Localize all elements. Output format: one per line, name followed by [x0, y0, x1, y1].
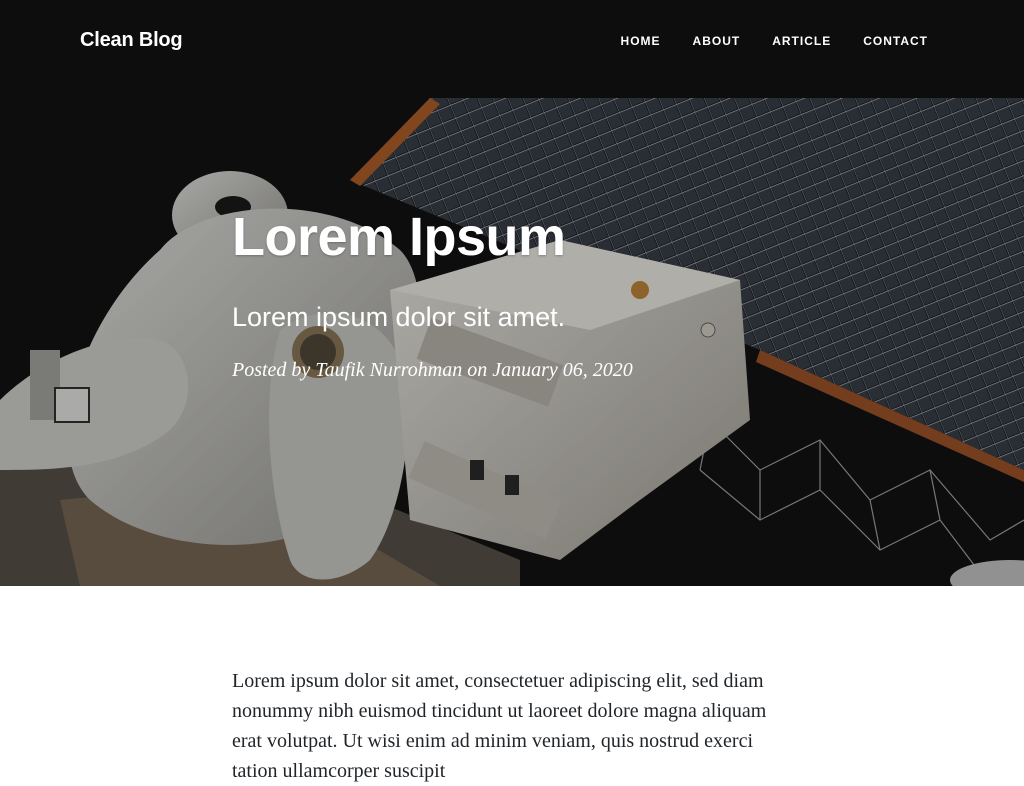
nav-link-about[interactable]: ABOUT: [693, 34, 741, 48]
article-paragraph: Lorem ipsum dolor sit amet, consectetuer…: [232, 670, 767, 782]
nav-link-contact[interactable]: CONTACT: [863, 34, 928, 48]
nav-links: HOME ABOUT ARTICLE CONTACT: [621, 34, 928, 48]
hero-header: Lorem Ipsum Lorem ipsum dolor sit amet. …: [0, 0, 1024, 586]
nav-link-article[interactable]: ARTICLE: [772, 34, 831, 48]
post-meta: Posted by Taufik Nurrohman on January 06…: [232, 359, 633, 381]
post-subtitle: Lorem ipsum dolor sit amet.: [232, 302, 566, 332]
article-body: Lorem ipsum dolor sit amet, consectetuer…: [232, 666, 792, 786]
nav-link-home[interactable]: HOME: [621, 34, 661, 48]
main-navbar: Clean Blog HOME ABOUT ARTICLE CONTACT: [0, 0, 1024, 84]
hero-text-block: Lorem Ipsum Lorem ipsum dolor sit amet. …: [232, 205, 792, 382]
brand-logo-link[interactable]: Clean Blog: [80, 29, 183, 52]
post-title: Lorem Ipsum: [232, 207, 566, 267]
